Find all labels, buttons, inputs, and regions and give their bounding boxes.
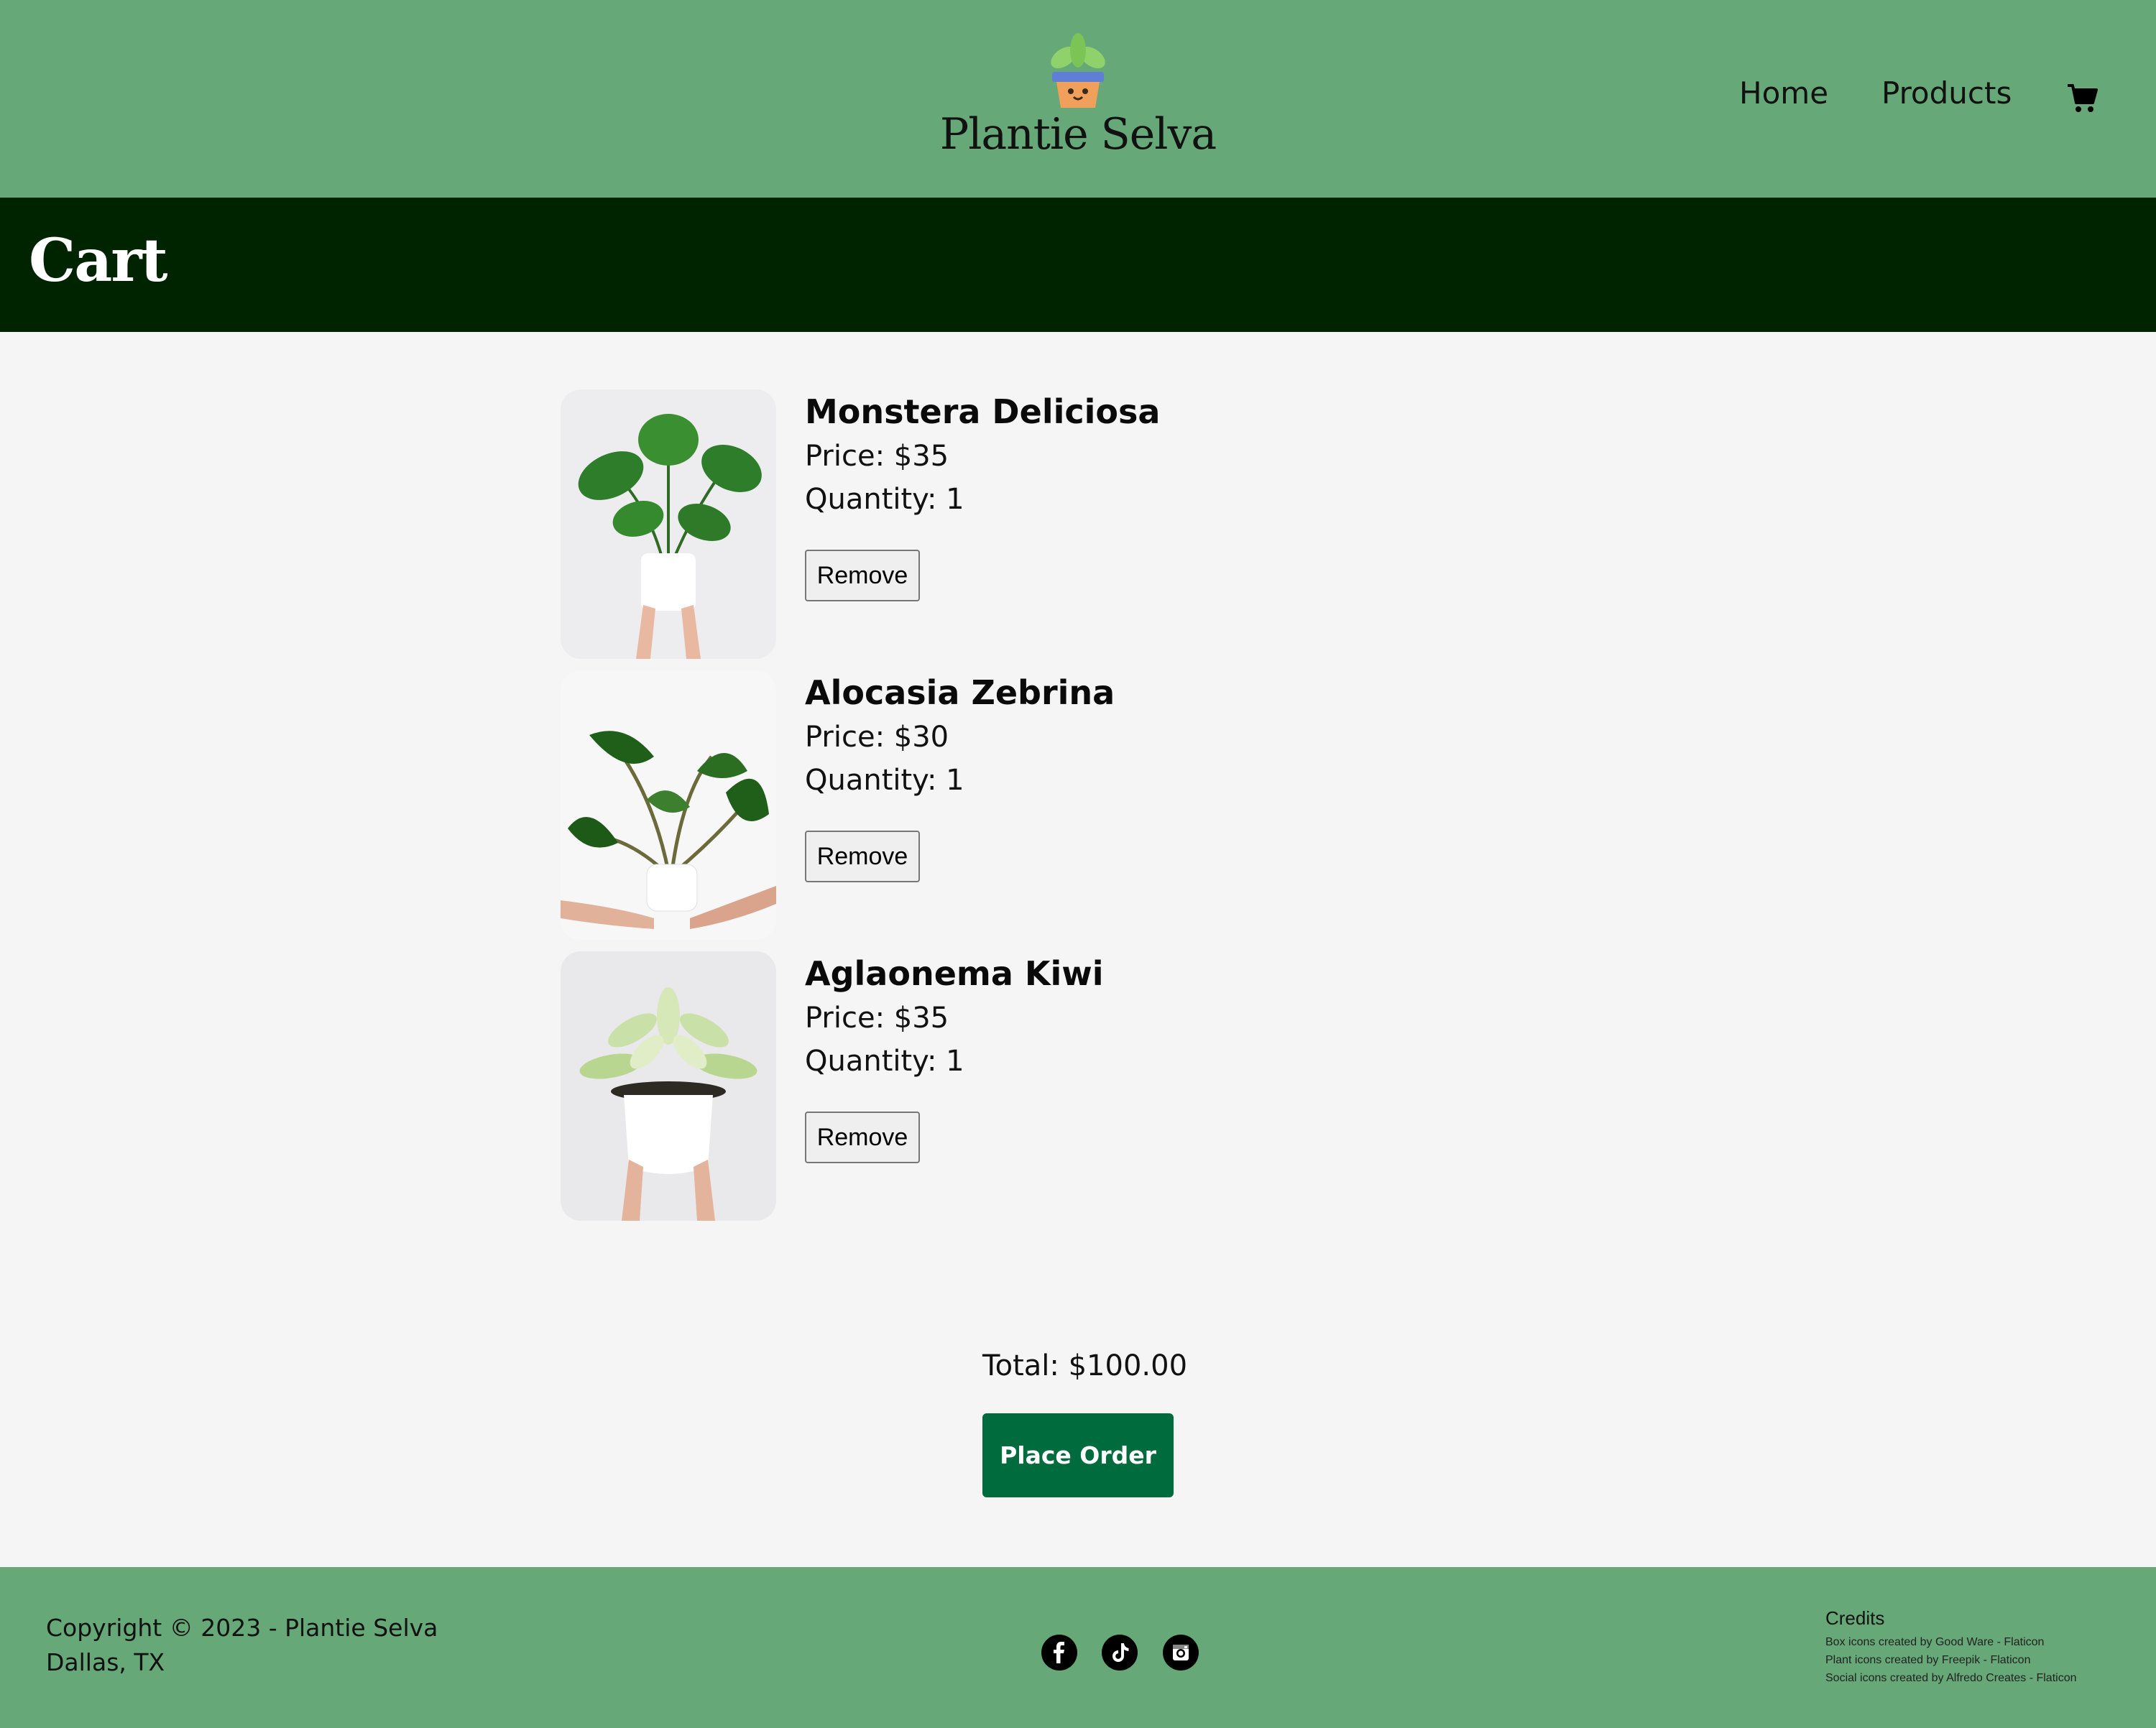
site-header: Plantie Selva Home Products	[0, 0, 2156, 198]
brand-logo-link[interactable]: Plantie Selva	[934, 29, 1222, 172]
cart-total: Total: $100.00	[982, 1349, 1188, 1382]
page-title-band: Cart	[0, 198, 2156, 332]
item-name: Monstera Deliciosa	[805, 392, 1161, 431]
aglaonema-plant-image	[561, 951, 776, 1221]
site-footer: Copyright © 2023 - Plantie Selva Dallas,…	[0, 1567, 2156, 1728]
item-quantity: Quantity: 1	[805, 764, 964, 797]
potted-plant-logo-icon	[1042, 32, 1114, 111]
instagram-icon[interactable]	[1162, 1634, 1199, 1671]
credit-link-plant-icons[interactable]: Plant icons created by Freepik - Flatico…	[1825, 1654, 2030, 1667]
credit-link-box-icons[interactable]: Box icons created by Good Ware - Flatico…	[1825, 1636, 2044, 1649]
page-title: Cart	[29, 226, 167, 295]
cart-item: Aglaonema Kiwi Price: $35 Quantity: 1 Re…	[561, 951, 1351, 1221]
monstera-plant-image	[561, 389, 776, 659]
shopping-cart-icon[interactable]	[2066, 82, 2098, 114]
remove-button[interactable]: Remove	[805, 1112, 920, 1163]
item-price: Price: $35	[805, 1002, 949, 1035]
item-name: Alocasia Zebrina	[805, 673, 1115, 712]
credits-title: Credits	[1825, 1607, 1885, 1629]
item-price: Price: $30	[805, 721, 949, 754]
alocasia-plant-image	[561, 670, 776, 940]
credit-link-social-icons[interactable]: Social icons created by Alfredo Creates …	[1825, 1672, 2077, 1685]
item-name: Aglaonema Kiwi	[805, 954, 1104, 993]
item-quantity: Quantity: 1	[805, 1045, 964, 1078]
location-text: Dallas, TX	[46, 1648, 165, 1676]
place-order-button[interactable]: Place Order	[982, 1413, 1174, 1497]
item-price: Price: $35	[805, 440, 949, 473]
nav-products-link[interactable]: Products	[1881, 75, 2012, 123]
remove-button[interactable]: Remove	[805, 550, 920, 601]
remove-button[interactable]: Remove	[805, 831, 920, 882]
cart-item: Alocasia Zebrina Price: $30 Quantity: 1 …	[561, 670, 1351, 940]
facebook-icon[interactable]	[1041, 1634, 1078, 1671]
cart-item: Monstera Deliciosa Price: $35 Quantity: …	[561, 389, 1351, 659]
nav-home-link[interactable]: Home	[1739, 75, 1828, 123]
copyright-text: Copyright © 2023 - Plantie Selva	[46, 1614, 438, 1642]
brand-name: Plantie Selva	[939, 109, 1217, 160]
item-quantity: Quantity: 1	[805, 483, 964, 516]
tiktok-icon[interactable]	[1101, 1634, 1138, 1671]
